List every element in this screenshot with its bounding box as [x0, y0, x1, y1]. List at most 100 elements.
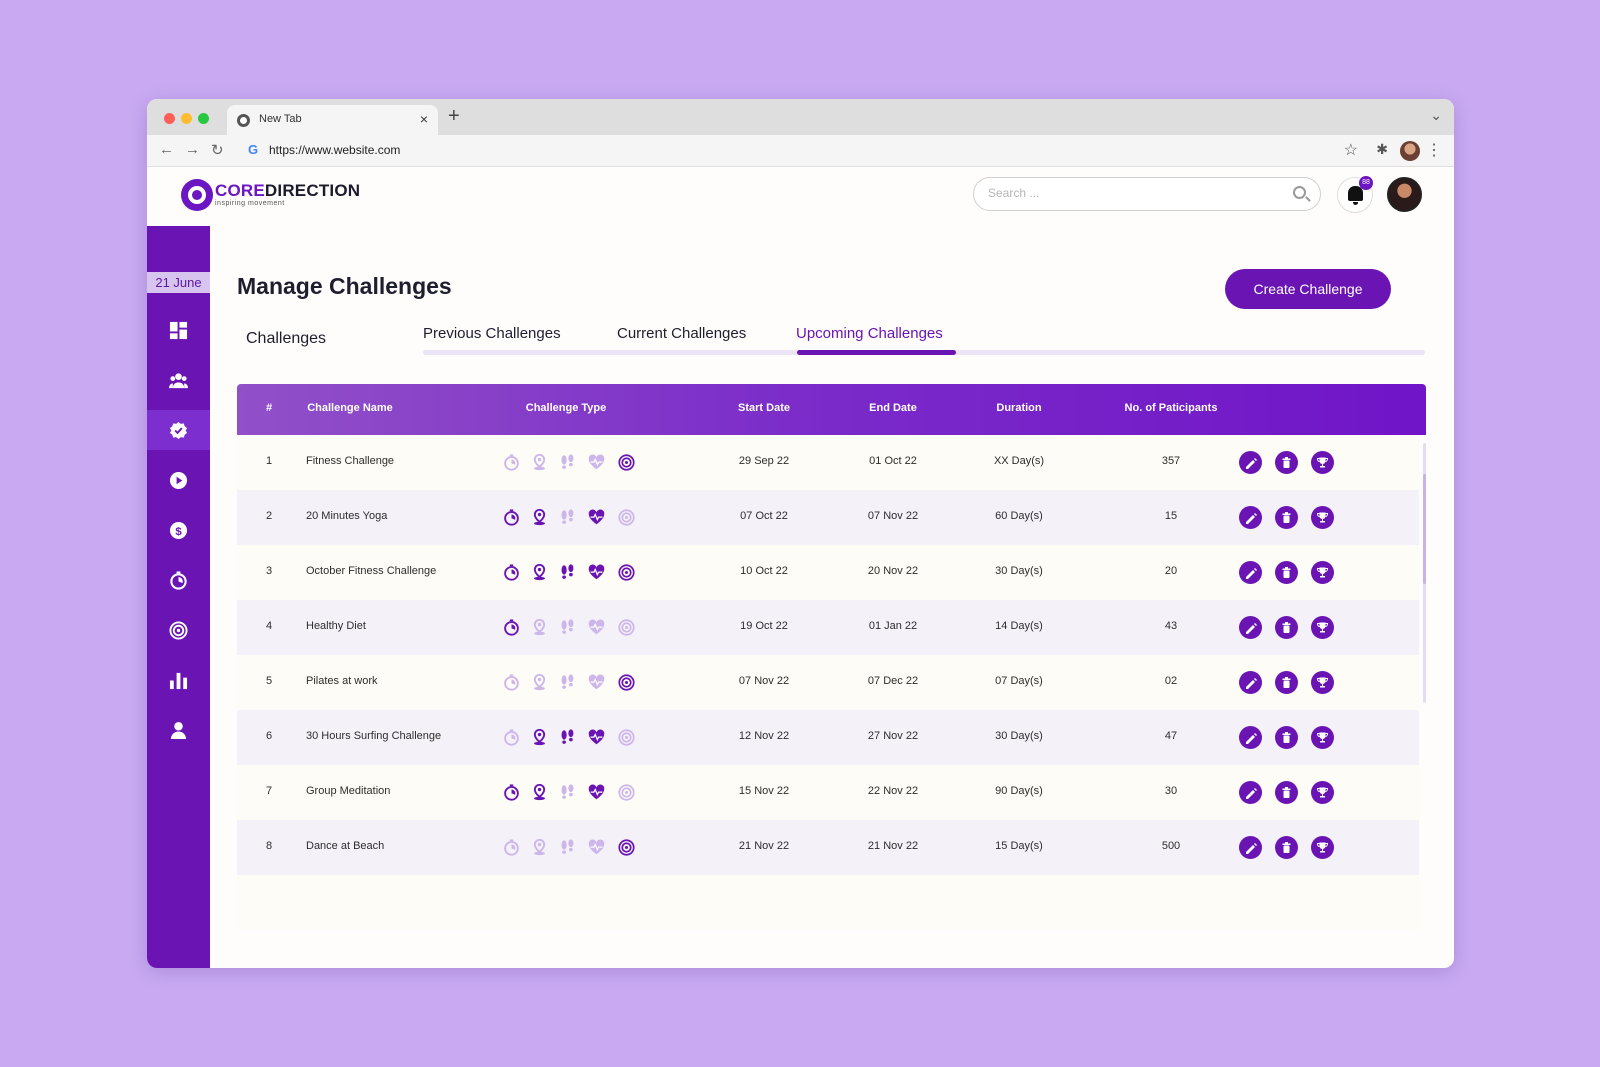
sidebar-item-play[interactable] [147, 460, 210, 500]
table-row[interactable]: 8 Dance at Beach 21 Nov 22 21 Nov 22 15 Day(… [237, 820, 1419, 875]
edit-icon [1246, 568, 1257, 579]
start-date: 12 Nov 22 [738, 730, 790, 742]
edit-button[interactable] [1239, 671, 1262, 694]
sidebar-item-profile[interactable] [147, 710, 210, 750]
browser-profile-avatar[interactable] [1400, 141, 1420, 161]
notifications-button[interactable]: 88 [1337, 176, 1373, 213]
forward-icon[interactable]: → [185, 141, 200, 158]
delete-button[interactable] [1275, 506, 1298, 529]
participants-count: 500 [1161, 840, 1181, 852]
tab-previous-challenges[interactable]: Previous Challenges [423, 325, 561, 342]
trophy-icon [1316, 732, 1329, 743]
sidebar-item-timer[interactable] [147, 560, 210, 600]
trophy-button[interactable] [1311, 616, 1334, 639]
edit-button[interactable] [1239, 726, 1262, 749]
edit-button[interactable] [1239, 781, 1262, 804]
edit-button[interactable] [1239, 561, 1262, 584]
participants-count: 43 [1164, 620, 1178, 632]
heart-rate-icon [588, 839, 605, 855]
end-date: 07 Dec 22 [867, 675, 919, 687]
page-title: Manage Challenges [237, 273, 452, 299]
row-number: 4 [265, 620, 273, 632]
tab-current-challenges[interactable]: Current Challenges [617, 325, 746, 342]
reload-icon[interactable]: ↻ [211, 141, 224, 159]
maximize-window-button[interactable] [198, 113, 209, 124]
sidebar-item-dashboard[interactable] [147, 310, 210, 350]
target-icon [618, 454, 635, 471]
trophy-button[interactable] [1311, 836, 1334, 859]
empty-table-row [237, 875, 1419, 930]
sidebar-item-bar-chart[interactable] [147, 660, 210, 700]
participants-count: 47 [1164, 730, 1178, 742]
close-window-button[interactable] [164, 113, 175, 124]
table-row[interactable]: 2 20 Minutes Yoga 07 Oct 22 07 Nov 22 60 Day… [237, 490, 1419, 545]
sidebar-item-users[interactable] [147, 360, 210, 400]
table-row[interactable]: 3 October Fitness Challenge 10 Oct 22 20 No… [237, 545, 1419, 600]
table-row[interactable]: 6 30 Hours Surfing Challenge 12 Nov 22 27 N… [237, 710, 1419, 765]
trophy-button[interactable] [1311, 561, 1334, 584]
timer-icon [504, 619, 519, 636]
bar-chart-icon [169, 672, 188, 690]
start-date: 07 Nov 22 [738, 675, 790, 687]
row-number: 1 [265, 455, 273, 467]
user-avatar[interactable] [1387, 177, 1422, 212]
trophy-button[interactable] [1311, 671, 1334, 694]
delete-button[interactable] [1275, 561, 1298, 584]
edit-button[interactable] [1239, 506, 1262, 529]
participants-count: 30 [1164, 785, 1178, 797]
table-row[interactable]: 5 Pilates at work 07 Nov 22 07 Dec 22 07 Day… [237, 655, 1419, 710]
tab-menu-chevron-icon[interactable]: ⌄ [1430, 107, 1442, 124]
heart-rate-icon [588, 784, 605, 800]
sidebar-item-target[interactable] [147, 610, 210, 650]
logo-text[interactable]: COREDIRECTION [215, 181, 360, 201]
end-date: 27 Nov 22 [867, 730, 919, 742]
edit-button[interactable] [1239, 836, 1262, 859]
address-bar: ← → ↻ G https://www.website.com ☆ ✱ ⋮ [147, 135, 1454, 167]
footsteps-icon [561, 454, 574, 469]
tab-upcoming-challenges[interactable]: Upcoming Challenges [796, 325, 943, 342]
edit-button[interactable] [1239, 451, 1262, 474]
minimize-window-button[interactable] [181, 113, 192, 124]
timer-icon [504, 674, 519, 691]
url-field[interactable]: https://www.website.com [269, 143, 400, 157]
bookmark-star-icon[interactable]: ☆ [1344, 140, 1358, 160]
tab-close-icon[interactable]: × [420, 111, 428, 127]
challenge-name: October Fitness Challenge [306, 565, 437, 577]
delete-button[interactable] [1275, 451, 1298, 474]
row-number: 2 [265, 510, 273, 522]
delete-button[interactable] [1275, 726, 1298, 749]
delete-button[interactable] [1275, 781, 1298, 804]
browser-menu-icon[interactable]: ⋮ [1426, 140, 1442, 160]
challenges-label[interactable]: Challenges [246, 330, 326, 348]
search-input[interactable] [988, 186, 1278, 200]
create-challenge-button[interactable]: Create Challenge [1225, 269, 1391, 309]
back-icon[interactable]: ← [159, 141, 174, 158]
location-icon [533, 509, 546, 526]
browser-tab[interactable]: New Tab × [227, 105, 438, 135]
extensions-icon[interactable]: ✱ [1376, 141, 1388, 158]
trophy-button[interactable] [1311, 726, 1334, 749]
trophy-button[interactable] [1311, 451, 1334, 474]
edit-button[interactable] [1239, 616, 1262, 639]
trophy-button[interactable] [1311, 506, 1334, 529]
table-scrollbar-thumb[interactable] [1423, 474, 1426, 584]
delete-button[interactable] [1275, 671, 1298, 694]
location-icon [533, 784, 546, 801]
footsteps-icon [561, 564, 574, 579]
delete-button[interactable] [1275, 836, 1298, 859]
target-icon [169, 621, 188, 640]
trophy-button[interactable] [1311, 781, 1334, 804]
table-row[interactable]: 7 Group Meditation 15 Nov 22 22 Nov 22 90 Da… [237, 765, 1419, 820]
target-icon [618, 619, 635, 636]
sidebar-item-dollar[interactable]: $ [147, 510, 210, 550]
target-icon [618, 729, 635, 746]
table-row[interactable]: 4 Healthy Diet 19 Oct 22 01 Jan 22 14 Day(s)… [237, 600, 1419, 655]
delete-button[interactable] [1275, 616, 1298, 639]
table-row[interactable]: 1 Fitness Challenge 29 Sep 22 01 Oct 22 XX D… [237, 435, 1419, 490]
search-icon[interactable] [1293, 186, 1306, 199]
tab-title: New Tab [259, 113, 302, 125]
active-tab-indicator [797, 350, 956, 355]
new-tab-button[interactable]: + [448, 105, 460, 128]
participants-count: 357 [1161, 455, 1181, 467]
sidebar-item-challenges-badge[interactable] [147, 410, 210, 450]
